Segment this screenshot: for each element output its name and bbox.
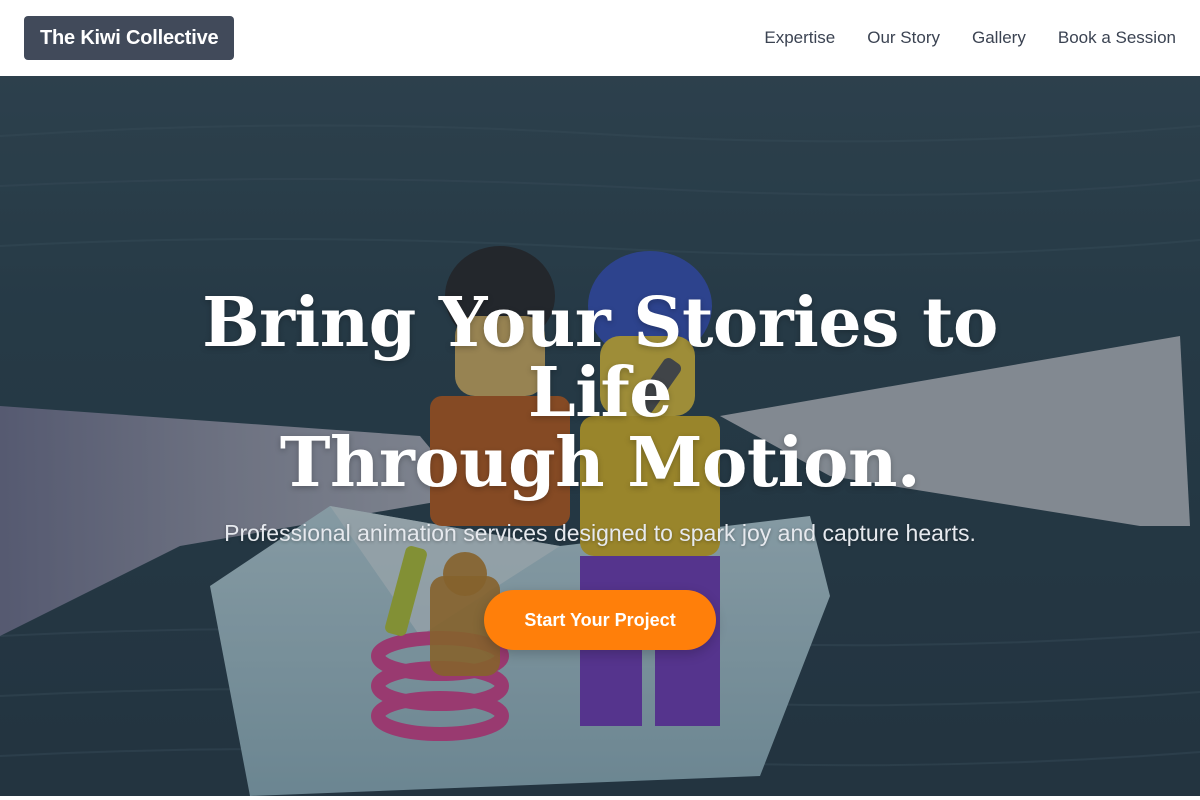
site-header: The Kiwi Collective Expertise Our Story … bbox=[0, 0, 1200, 76]
main-nav: Expertise Our Story Gallery Book a Sessi… bbox=[764, 28, 1176, 48]
hero-content: Bring Your Stories to Life Through Motio… bbox=[0, 76, 1200, 796]
nav-link-gallery[interactable]: Gallery bbox=[972, 28, 1026, 48]
hero-title-line-1: Bring Your Stories to Life bbox=[202, 283, 998, 433]
nav-link-our-story[interactable]: Our Story bbox=[867, 28, 940, 48]
hero-subtitle: Professional animation services designed… bbox=[224, 520, 976, 546]
hero-section: Bring Your Stories to Life Through Motio… bbox=[0, 76, 1200, 796]
page-bottom-divider bbox=[0, 796, 1200, 800]
nav-link-expertise[interactable]: Expertise bbox=[764, 28, 835, 48]
hero-title-line-2: Through Motion. bbox=[279, 423, 921, 503]
nav-link-book-session[interactable]: Book a Session bbox=[1058, 28, 1176, 48]
start-project-button[interactable]: Start Your Project bbox=[484, 590, 716, 650]
hero-title: Bring Your Stories to Life Through Motio… bbox=[150, 288, 1050, 498]
brand-logo[interactable]: The Kiwi Collective bbox=[24, 16, 235, 60]
